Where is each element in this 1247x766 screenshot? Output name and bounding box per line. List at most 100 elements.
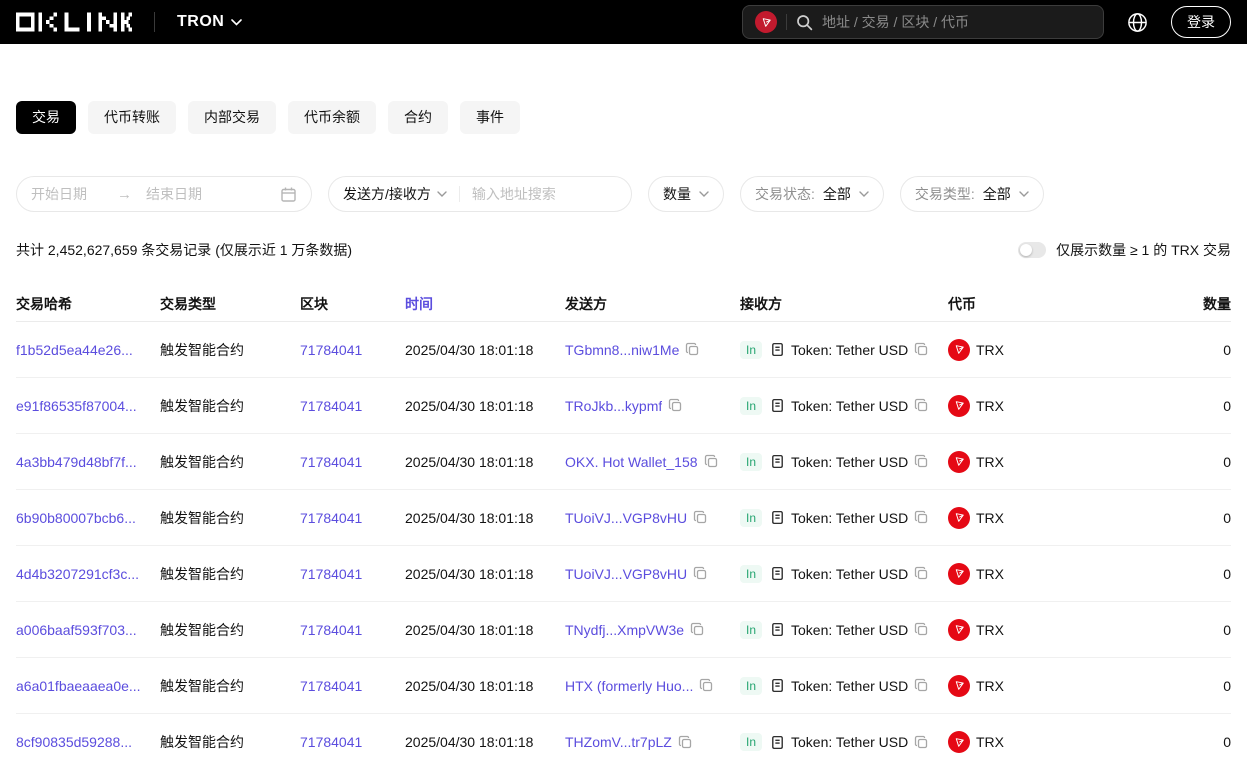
tab-token-balances[interactable]: 代币余额 bbox=[288, 101, 376, 134]
tx-time: 2025/04/30 18:01:18 bbox=[405, 342, 565, 358]
copy-icon[interactable] bbox=[704, 454, 719, 469]
copy-icon[interactable] bbox=[690, 622, 705, 637]
tx-hash-link[interactable]: 8cf90835d59288... bbox=[16, 734, 160, 750]
direction-badge: In bbox=[740, 677, 762, 695]
contract-icon bbox=[770, 510, 785, 525]
to-address[interactable]: Token: Tether USD bbox=[791, 454, 908, 470]
tx-hash-link[interactable]: 4a3bb479d48bf7f... bbox=[16, 454, 160, 470]
direction-dropdown[interactable]: 发送方/接收方 bbox=[343, 184, 447, 204]
direction-badge: In bbox=[740, 509, 762, 527]
block-link[interactable]: 71784041 bbox=[300, 734, 405, 750]
table-row: 4d4b3207291cf3c... 触发智能合约 71784041 2025/… bbox=[16, 546, 1231, 602]
type-filter-dropdown[interactable]: 交易类型: 全部 bbox=[900, 176, 1044, 212]
language-globe-icon[interactable] bbox=[1126, 11, 1149, 34]
status-filter-dropdown[interactable]: 交易状态: 全部 bbox=[740, 176, 884, 212]
tab-internal-transactions[interactable]: 内部交易 bbox=[188, 101, 276, 134]
tx-hash-link[interactable]: a006baaf593f703... bbox=[16, 622, 160, 638]
copy-icon[interactable] bbox=[914, 398, 929, 413]
table-row: 8cf90835d59288... 触发智能合约 71784041 2025/0… bbox=[16, 714, 1231, 766]
col-header-from: 发送方 bbox=[565, 294, 740, 314]
from-address-link[interactable]: TNydfj...XmpVW3e bbox=[565, 622, 684, 638]
tab-events[interactable]: 事件 bbox=[460, 101, 520, 134]
to-address[interactable]: Token: Tether USD bbox=[791, 566, 908, 582]
trx-only-toggle-label: 仅展示数量 ≥ 1 的 TRX 交易 bbox=[1056, 240, 1231, 260]
chevron-down-icon bbox=[437, 191, 447, 197]
tx-hash-link[interactable]: f1b52d5ea44e26... bbox=[16, 342, 160, 358]
from-address-link[interactable]: TUoiVJ...VGP8vHU bbox=[565, 566, 687, 582]
tx-amount: 0 bbox=[1080, 622, 1231, 638]
to-address[interactable]: Token: Tether USD bbox=[791, 342, 908, 358]
to-address[interactable]: Token: Tether USD bbox=[791, 622, 908, 638]
trx-token-icon bbox=[948, 451, 970, 473]
copy-icon[interactable] bbox=[914, 566, 929, 581]
block-link[interactable]: 71784041 bbox=[300, 678, 405, 694]
trx-token-icon bbox=[948, 675, 970, 697]
amount-filter-dropdown[interactable]: 数量 bbox=[648, 176, 724, 212]
tx-amount: 0 bbox=[1080, 398, 1231, 414]
table-body: f1b52d5ea44e26... 触发智能合约 71784041 2025/0… bbox=[16, 322, 1231, 766]
tron-network-icon[interactable] bbox=[755, 11, 777, 33]
block-link[interactable]: 71784041 bbox=[300, 454, 405, 470]
block-link[interactable]: 71784041 bbox=[300, 342, 405, 358]
chevron-down-icon bbox=[699, 191, 709, 197]
block-link[interactable]: 71784041 bbox=[300, 398, 405, 414]
from-address-link[interactable]: THZomV...tr7pLZ bbox=[565, 734, 672, 750]
tx-time: 2025/04/30 18:01:18 bbox=[405, 734, 565, 750]
contract-icon bbox=[770, 735, 785, 750]
trx-only-toggle[interactable] bbox=[1018, 242, 1046, 258]
copy-icon[interactable] bbox=[693, 510, 708, 525]
date-range-filter[interactable]: → bbox=[16, 176, 312, 212]
to-address[interactable]: Token: Tether USD bbox=[791, 510, 908, 526]
copy-icon[interactable] bbox=[699, 678, 714, 693]
tx-time: 2025/04/30 18:01:18 bbox=[405, 398, 565, 414]
network-selector[interactable]: TRON bbox=[177, 13, 242, 31]
copy-icon[interactable] bbox=[914, 454, 929, 469]
tx-hash-link[interactable]: a6a01fbaeaaea0e... bbox=[16, 678, 160, 694]
col-header-block: 区块 bbox=[300, 294, 405, 314]
from-address-link[interactable]: TGbmn8...niw1Me bbox=[565, 342, 679, 358]
block-link[interactable]: 71784041 bbox=[300, 510, 405, 526]
block-link[interactable]: 71784041 bbox=[300, 566, 405, 582]
copy-icon[interactable] bbox=[914, 678, 929, 693]
direction-badge: In bbox=[740, 397, 762, 415]
copy-icon[interactable] bbox=[914, 622, 929, 637]
oklink-logo[interactable] bbox=[16, 11, 132, 33]
summary-row: 共计 2,452,627,659 条交易记录 (仅展示近 1 万条数据) 仅展示… bbox=[16, 240, 1231, 260]
tx-hash-link[interactable]: 4d4b3207291cf3c... bbox=[16, 566, 160, 582]
from-address-link[interactable]: TRoJkb...kypmf bbox=[565, 398, 662, 414]
table-header-row: 交易哈希 交易类型 区块 时间 发送方 接收方 代币 数量 bbox=[16, 286, 1231, 322]
tx-type: 触发智能合约 bbox=[160, 620, 300, 640]
from-address-link[interactable]: OKX. Hot Wallet_158 bbox=[565, 454, 698, 470]
copy-icon[interactable] bbox=[693, 566, 708, 581]
tab-token-transfers[interactable]: 代币转账 bbox=[88, 101, 176, 134]
tab-transactions[interactable]: 交易 bbox=[16, 101, 76, 134]
tab-contracts[interactable]: 合约 bbox=[388, 101, 448, 134]
copy-icon[interactable] bbox=[668, 398, 683, 413]
copy-icon[interactable] bbox=[685, 342, 700, 357]
to-address[interactable]: Token: Tether USD bbox=[791, 678, 908, 694]
col-header-time[interactable]: 时间 bbox=[405, 294, 565, 314]
direction-badge: In bbox=[740, 565, 762, 583]
end-date-input[interactable] bbox=[146, 186, 280, 202]
tx-hash-link[interactable]: e91f86535f87004... bbox=[16, 398, 160, 414]
from-address-link[interactable]: HTX (formerly Huo... bbox=[565, 678, 693, 694]
copy-icon[interactable] bbox=[914, 735, 929, 750]
direction-badge: In bbox=[740, 733, 762, 751]
copy-icon[interactable] bbox=[914, 510, 929, 525]
to-address[interactable]: Token: Tether USD bbox=[791, 734, 908, 750]
address-search-input[interactable] bbox=[472, 186, 617, 202]
global-search[interactable] bbox=[742, 5, 1104, 39]
token-symbol: TRX bbox=[976, 342, 1004, 358]
calendar-icon[interactable] bbox=[280, 186, 297, 203]
tx-hash-link[interactable]: 6b90b80007bcb6... bbox=[16, 510, 160, 526]
to-address[interactable]: Token: Tether USD bbox=[791, 398, 908, 414]
from-address-link[interactable]: TUoiVJ...VGP8vHU bbox=[565, 510, 687, 526]
copy-icon[interactable] bbox=[678, 735, 693, 750]
copy-icon[interactable] bbox=[914, 342, 929, 357]
trx-token-icon bbox=[948, 619, 970, 641]
login-button[interactable]: 登录 bbox=[1171, 6, 1231, 38]
tx-type: 触发智能合约 bbox=[160, 676, 300, 696]
search-input[interactable] bbox=[822, 14, 1091, 30]
block-link[interactable]: 71784041 bbox=[300, 622, 405, 638]
start-date-input[interactable] bbox=[31, 186, 111, 202]
